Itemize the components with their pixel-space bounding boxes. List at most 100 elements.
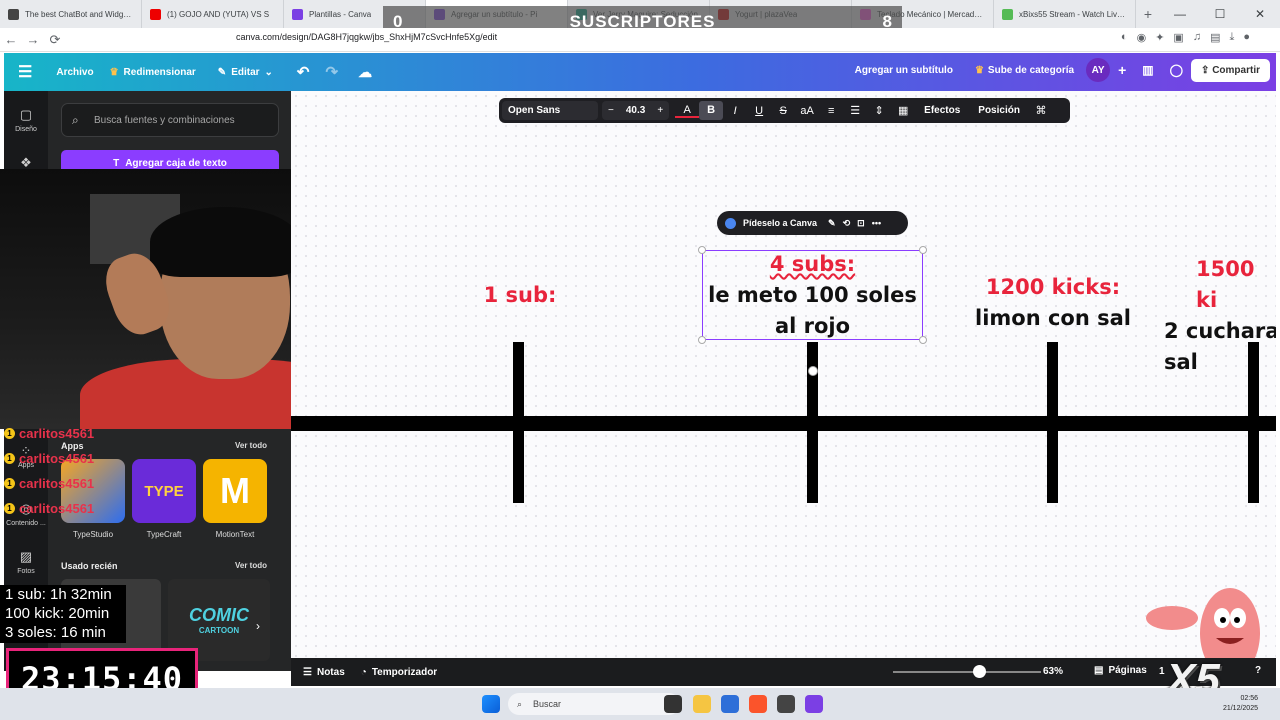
extension-icon[interactable]: ▣ bbox=[1173, 31, 1183, 44]
font-size-decrease[interactable]: − bbox=[602, 105, 620, 116]
rotate-icon[interactable]: ⟲ bbox=[843, 218, 851, 229]
avatar[interactable]: AY bbox=[1086, 58, 1111, 82]
underline-icon[interactable]: U bbox=[747, 105, 771, 117]
rail-photos[interactable]: ▨ Fotos bbox=[4, 549, 48, 575]
font-size-value[interactable]: 40.3 bbox=[620, 105, 651, 116]
timeline-line[interactable] bbox=[291, 416, 1276, 431]
chevron-right-icon[interactable]: › bbox=[256, 619, 260, 633]
rail-design[interactable]: ▢ Diseño bbox=[4, 107, 48, 133]
app-icon[interactable] bbox=[777, 695, 795, 713]
recent-see-all[interactable]: Ver todo bbox=[235, 561, 267, 570]
tab-title: (1) GOJO AND (YUTA) VS S bbox=[167, 9, 270, 19]
timeline-tick[interactable] bbox=[1047, 342, 1058, 503]
edit-menu[interactable]: ✎ Editar ⌄ bbox=[204, 67, 281, 78]
zoom-value[interactable]: 63% bbox=[1043, 666, 1063, 677]
analytics-icon[interactable]: ▥ bbox=[1142, 63, 1153, 77]
strikethrough-icon[interactable]: S bbox=[771, 105, 795, 117]
resize-handle[interactable] bbox=[919, 336, 927, 344]
milestone-label[interactable]: 1500 ki 2 cuchara sal bbox=[1164, 254, 1276, 378]
resize-handle[interactable] bbox=[919, 246, 927, 254]
italic-icon[interactable]: I bbox=[723, 105, 747, 117]
app-icon[interactable] bbox=[721, 695, 739, 713]
taskbar-search[interactable]: ⌕ Buscar bbox=[508, 693, 680, 715]
task-view-icon[interactable] bbox=[664, 695, 682, 713]
extension-icon[interactable]: ♫ bbox=[1193, 31, 1201, 44]
notes-label: Notas bbox=[316, 666, 345, 678]
maximize-button[interactable]: ☐ bbox=[1200, 0, 1240, 28]
font-size-increase[interactable]: + bbox=[651, 105, 669, 116]
chat-badge: 1 bbox=[4, 503, 15, 514]
help-icon[interactable]: ? bbox=[1255, 665, 1261, 676]
notes-button[interactable]: ☰ Notas bbox=[291, 667, 353, 678]
download-icon[interactable]: ⤓ bbox=[1229, 31, 1234, 44]
app-typecraft[interactable]: TYPE bbox=[132, 459, 196, 523]
sidebar-icon[interactable]: ▤ bbox=[1210, 31, 1220, 44]
tab-favicon-icon bbox=[292, 8, 303, 20]
close-window-button[interactable]: ✕ bbox=[1240, 0, 1280, 28]
resize-button[interactable]: ♛ Redimensionar bbox=[102, 67, 204, 78]
extension-icon[interactable]: ◉ bbox=[1137, 31, 1147, 44]
page-number[interactable]: 1 bbox=[1159, 666, 1165, 677]
effects-button[interactable]: Efectos bbox=[915, 105, 969, 116]
url-field[interactable]: canva.com/design/DAG8H7jqgkw/jbs_ShxHjM7… bbox=[236, 32, 497, 42]
brave-icon[interactable] bbox=[749, 695, 767, 713]
position-button[interactable]: Posición bbox=[969, 105, 1029, 116]
timer-icon: ◔ bbox=[360, 666, 367, 678]
minimize-button[interactable]: — bbox=[1160, 0, 1200, 28]
file-menu[interactable]: Archivo bbox=[40, 67, 101, 78]
resize-handle[interactable] bbox=[698, 336, 706, 344]
redo-button[interactable]: ↷ bbox=[318, 63, 347, 81]
font-search-input[interactable]: ⌕ Busca fuentes y combinaciones bbox=[61, 103, 279, 137]
milestone-label[interactable]: 1 sub: bbox=[471, 280, 569, 311]
extension-icon[interactable]: ✦ bbox=[1155, 31, 1164, 44]
browser-tab[interactable]: (1) GOJO AND (YUTA) VS S bbox=[142, 0, 284, 28]
resize-handle[interactable] bbox=[698, 246, 706, 254]
align-icon[interactable]: ≡ bbox=[819, 105, 843, 117]
canva-ai-icon bbox=[725, 217, 736, 229]
font-selector[interactable]: Open Sans bbox=[502, 101, 598, 120]
app-motiontext[interactable]: M bbox=[203, 459, 267, 523]
browser-tab[interactable]: The best ChatBot and Widgets bbox=[0, 0, 142, 28]
chat-username: carlitos4561 bbox=[19, 451, 95, 466]
forward-icon[interactable]: → bbox=[22, 32, 44, 47]
zoom-slider-track[interactable] bbox=[893, 671, 1041, 673]
add-collaborator-icon[interactable]: + bbox=[1118, 62, 1126, 78]
timeline-tick[interactable] bbox=[513, 342, 524, 503]
file-explorer-icon[interactable] bbox=[693, 695, 711, 713]
back-icon[interactable]: ← bbox=[0, 32, 22, 47]
zoom-slider-handle[interactable] bbox=[973, 665, 986, 678]
extension-icon[interactable]: ◐ bbox=[1121, 31, 1128, 44]
design-title[interactable]: Agregar un subtítulo bbox=[855, 65, 953, 76]
profile-icon[interactable]: ● bbox=[1243, 31, 1250, 44]
share-button[interactable]: ⇪ Compartir bbox=[1191, 58, 1270, 82]
paint-format-icon[interactable]: ⌘ bbox=[1029, 104, 1053, 117]
case-icon[interactable]: aA bbox=[795, 105, 819, 117]
apps-see-all[interactable]: Ver todo bbox=[235, 441, 267, 450]
windows-start-icon[interactable] bbox=[482, 695, 500, 713]
magic-edit-icon[interactable]: ✎ bbox=[828, 218, 836, 229]
timer-button[interactable]: ◔ Temporizador bbox=[353, 667, 445, 678]
design-canvas[interactable]: Open Sans − 40.3 + A B I U S aA ≡ ☰ ⇕ ▦ … bbox=[291, 91, 1276, 658]
lock-icon[interactable]: ⊡ bbox=[857, 218, 865, 229]
spacing-icon[interactable]: ⇕ bbox=[867, 104, 891, 117]
menu-icon[interactable]: ☰ bbox=[4, 62, 40, 82]
bold-icon[interactable]: B bbox=[699, 101, 724, 120]
ask-canva-button[interactable]: Pídeselo a Canva bbox=[743, 218, 817, 228]
transparency-icon[interactable]: ▦ bbox=[891, 104, 915, 117]
comment-icon[interactable]: ◯ bbox=[1170, 63, 1183, 77]
upgrade-button[interactable]: ♛ Sube de categoría bbox=[975, 65, 1074, 76]
list-icon[interactable]: ☰ bbox=[843, 104, 867, 117]
pages-button[interactable]: ▤ Páginas bbox=[1086, 665, 1155, 676]
rotate-handle[interactable] bbox=[808, 366, 818, 376]
more-icon[interactable]: ••• bbox=[872, 218, 881, 228]
new-tab-button[interactable]: + bbox=[1136, 6, 1160, 22]
app-icon[interactable] bbox=[805, 695, 823, 713]
reload-icon[interactable]: ⟳ bbox=[44, 32, 66, 48]
cloud-save-icon[interactable]: ☁ bbox=[346, 64, 380, 81]
windows-taskbar: ⌕ Buscar 02:56 21/12/2025 bbox=[0, 688, 1280, 720]
text-color-icon[interactable]: A bbox=[675, 104, 700, 118]
browser-tab[interactable]: xBixs55 Stream - Watch Live o bbox=[994, 0, 1136, 28]
system-clock[interactable]: 02:56 21/12/2025 bbox=[1223, 694, 1258, 714]
milestone-label[interactable]: 1200 kicks: limon con sal bbox=[963, 272, 1143, 334]
undo-button[interactable]: ↶ bbox=[281, 63, 318, 81]
